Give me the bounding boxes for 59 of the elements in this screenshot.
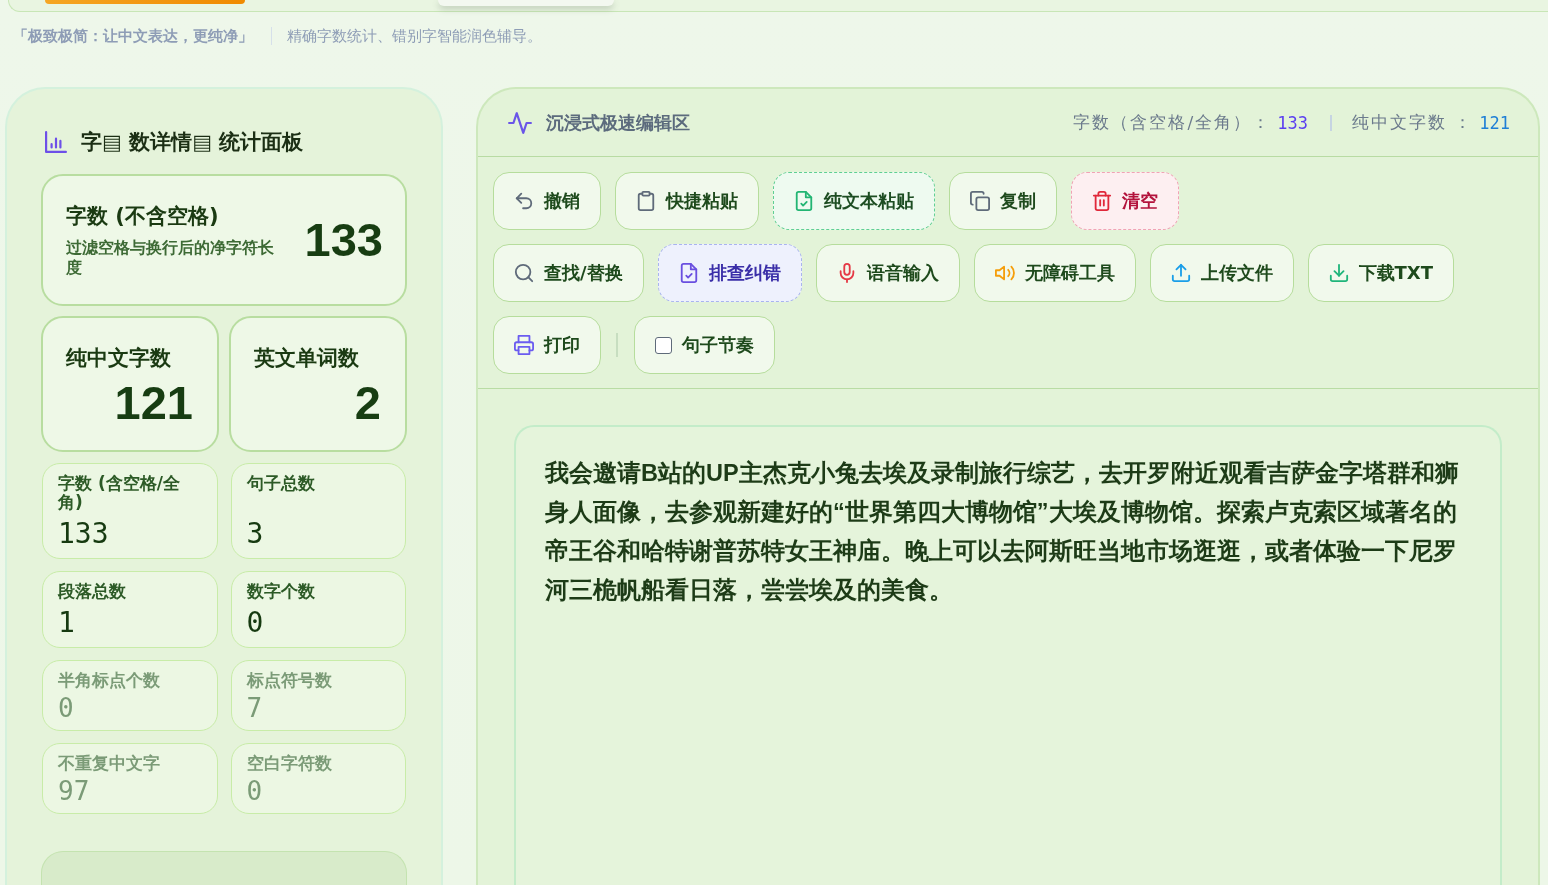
text-editor[interactable]: 我会邀请B站的UP主杰克小兔去埃及录制旅行综艺，去开罗附近观看吉萨金字塔群和狮身人面像，去参观新建好的“世界第四大博物馆”大埃及博物馆。探索卢克索区域著名的帝王谷和哈特谢普苏特女王神庙。晚上可以去阿斯旺当地市场逛逛，或者体验一下尼罗河三桅帆船看日落，尝尝埃及的美食。 <box>514 425 1502 885</box>
toolbar-button[interactable]: 撤销 <box>493 172 601 230</box>
stat-description: 过滤空格与换行后的净字符长度 <box>66 238 275 278</box>
stat-label: 英文单词数 <box>254 345 360 372</box>
file-check-icon <box>678 263 699 283</box>
file-check-icon <box>794 191 814 211</box>
clipboard-icon <box>636 191 656 211</box>
upload-icon <box>1170 263 1191 283</box>
tagline: 「极致极简：让中文表达，更纯净」 <box>13 26 253 46</box>
toolbar-button[interactable]: 纯文本粘贴 <box>773 172 935 230</box>
metric-label: 数字个数 <box>246 582 316 601</box>
toggle-button[interactable]: 句子节奏 <box>633 316 775 374</box>
toolbar-button[interactable]: 清空 <box>1071 172 1179 230</box>
stat-value: 2 <box>353 376 381 430</box>
download-icon <box>1328 263 1349 283</box>
toolbar-button[interactable]: 查找/替换 <box>493 244 644 302</box>
counter-value: 121 <box>1479 112 1510 133</box>
stat-label: 纯中文字数 <box>66 345 172 372</box>
metric-label: 字数 (含空格/全角) <box>58 474 181 512</box>
checkbox[interactable] <box>654 336 672 354</box>
toolbar-button[interactable]: 复制 <box>949 172 1057 230</box>
metric-label: 空白字符数 <box>246 754 333 773</box>
metric-value: 1 <box>58 605 76 639</box>
pulse-icon <box>508 110 532 135</box>
toolbar-button[interactable]: 下载TXT <box>1307 244 1454 302</box>
toolbar-button[interactable]: 排查纠错 <box>657 244 802 302</box>
copy-icon <box>970 191 990 211</box>
metric-value: 0 <box>58 692 75 722</box>
counter-label: 字数（含空格/全角）： <box>1073 111 1272 134</box>
subtitle: 精确字数统计、错别字智能润色辅导。 <box>287 26 542 46</box>
counter-value: 133 <box>1277 112 1308 133</box>
speaker-icon <box>994 263 1015 283</box>
metric-value: 0 <box>246 775 264 805</box>
toolbar-button[interactable]: 无障碍工具 <box>973 244 1136 302</box>
counter-label: 纯中文字数 ： <box>1351 111 1474 134</box>
metric-label: 不重复中文字 <box>58 754 161 773</box>
stat-value: 121 <box>113 376 193 430</box>
toolbar-button[interactable]: 打印 <box>493 316 601 374</box>
toolbar-button[interactable]: 快捷粘贴 <box>615 172 759 230</box>
toolbar-button[interactable]: 语音输入 <box>815 244 960 302</box>
metric-value: 133 <box>58 516 110 550</box>
search-icon <box>514 263 534 283</box>
metric-label: 半角标点个数 <box>58 671 161 690</box>
editor-title: 沉浸式极速编辑区 <box>546 110 690 135</box>
printer-icon <box>514 335 534 355</box>
stat-value: 133 <box>304 213 383 267</box>
metric-value: 3 <box>246 516 265 550</box>
metric-label: 标点符号数 <box>246 671 333 690</box>
toolbar-button[interactable]: 上传文件 <box>1149 244 1294 302</box>
metric-label: 句子总数 <box>246 474 316 493</box>
undo-icon <box>514 191 534 211</box>
panel-title: 字▤ 数详情▤ 统计面板 <box>81 129 304 156</box>
bar-chart-icon <box>45 131 67 153</box>
metric-label: 段落总数 <box>58 582 127 601</box>
metric-value: 7 <box>246 692 264 722</box>
metric-value: 0 <box>246 605 265 639</box>
stat-label: 字数 (不含空格) <box>66 203 220 230</box>
metric-value: 97 <box>58 775 91 805</box>
trash-icon <box>1092 191 1112 211</box>
